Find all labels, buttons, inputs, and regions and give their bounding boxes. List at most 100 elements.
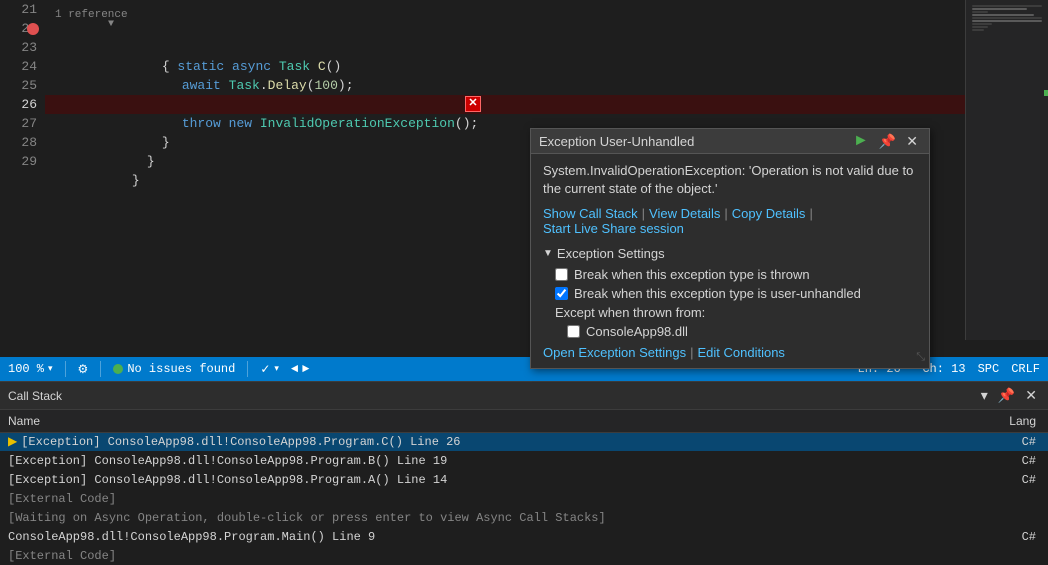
edit-conditions-link[interactable]: Edit Conditions [697,345,784,360]
minimap-content [966,0,1048,340]
open-exception-settings-link[interactable]: Open Exception Settings [543,345,686,360]
call-stack-row-name: [Exception] ConsoleApp98.dll!ConsoleApp9… [21,435,460,449]
call-stack-row-name: [Exception] ConsoleApp98.dll!ConsoleApp9… [8,473,447,487]
check-icon: ✓ [260,362,270,377]
check-dropdown-icon: ▾ [274,364,279,374]
view-details-link[interactable]: View Details [649,206,720,221]
exception-settings: ▼ Exception Settings Break when this exc… [543,246,917,360]
call-stack-header-row: Name Lang [0,410,1048,432]
call-stack-row-lang [1001,489,1048,508]
code-line-23: { [45,38,965,57]
code-line-21 [45,0,965,19]
call-stack-title: Call Stack [8,389,62,403]
current-row-arrow: ▶ [8,434,17,449]
checkbox-row-1: Break when this exception type is thrown [555,267,917,282]
popup-body: System.InvalidOperationException: 'Opera… [531,154,929,368]
status-check-area[interactable]: ✓ ▾ [260,362,279,377]
checkbox-break-thrown-label: Break when this exception type is thrown [574,267,810,282]
checkbox-break-unhandled-label: Break when this exception type is user-u… [574,286,861,301]
nav-left-icon: ◄ [291,362,298,376]
show-call-stack-link[interactable]: Show Call Stack [543,206,638,221]
live-share-link[interactable]: Start Live Share session [543,221,684,236]
popup-controls: ► 📌 ✕ [850,133,921,149]
mini-line [972,23,992,25]
call-stack-row-lang [1001,508,1048,527]
code-line-25 [45,76,965,95]
collapse-arrow-22[interactable]: ▼ [108,19,114,30]
line-numbers: 21 22 23 24 25 26 27 28 29 [0,0,45,340]
col-lang-header: Lang [1001,410,1048,432]
minimap-lines [966,0,1048,36]
status-issues[interactable]: No issues found [113,362,235,376]
panel-controls: ▾ 📌 ✕ [978,387,1040,404]
code-line-22: 1 reference static async Task C() [45,19,965,38]
call-stack-row-name: [Exception] ConsoleApp98.dll!ConsoleApp9… [8,454,447,468]
mini-line [972,26,988,28]
table-row[interactable]: ConsoleApp98.dll!ConsoleApp98.Program.Ma… [0,527,1048,546]
popup-close-button[interactable]: ✕ [903,134,921,148]
panel-header: Call Stack ▾ 📌 ✕ [0,382,1048,410]
table-row[interactable]: [External Code] [0,489,1048,508]
issues-label: No issues found [127,362,235,376]
zoom-level: 100 % [8,362,44,376]
nav-arrows[interactable]: ◄ ► [291,362,309,376]
nav-right-icon: ► [302,362,309,376]
panel-pin-button[interactable]: 📌 [995,387,1018,404]
no-issues-icon [113,364,123,374]
exception-popup: Exception User-Unhandled ► 📌 ✕ System.In… [530,128,930,369]
checkbox-break-unhandled[interactable] [555,287,568,300]
mini-line [972,5,1042,7]
mini-line [972,20,1042,22]
popup-run-button[interactable]: ► [850,133,872,149]
call-stack-row-lang: C# [1001,470,1048,489]
table-row[interactable]: [Exception] ConsoleApp98.dll!ConsoleApp9… [0,470,1048,489]
mini-line [972,29,984,31]
status-separator-2 [100,361,101,377]
breakpoint-indicator [27,23,39,35]
checkbox-dll[interactable] [567,325,580,338]
line-ending-label[interactable]: CRLF [1011,362,1040,376]
mini-line [972,14,1034,16]
settings-header-label: Exception Settings [557,246,665,261]
dll-row: ConsoleApp98.dll [567,324,917,339]
call-stack-row-name: [Waiting on Async Operation, double-clic… [8,511,606,525]
resize-handle[interactable]: ⤡ [916,352,925,364]
code-line-24: await Task.Delay(100); [45,57,965,76]
exception-error-icon[interactable]: ✕ [465,96,481,112]
exception-message: System.InvalidOperationException: 'Opera… [543,162,917,198]
table-row[interactable]: [Exception] ConsoleApp98.dll!ConsoleApp9… [0,451,1048,470]
settings-triangle: ▼ [543,248,553,259]
scroll-track [1044,0,1048,340]
table-row[interactable]: ▶ [Exception] ConsoleApp98.dll!ConsoleApp… [0,432,1048,451]
call-stack-body: ▶ [Exception] ConsoleApp98.dll!ConsoleApp… [0,432,1048,565]
call-stack-row-name: [External Code] [8,492,116,506]
copy-details-link[interactable]: Copy Details [732,206,806,221]
checkbox-row-2: Break when this exception type is user-u… [555,286,917,301]
encoding-label[interactable]: SPC [978,362,1000,376]
mini-line [972,11,988,13]
status-zoom[interactable]: 100 % ▾ [8,362,53,376]
panel-dropdown-button[interactable]: ▾ [978,387,991,404]
table-row[interactable]: [Waiting on Async Operation, double-clic… [0,508,1048,527]
col-name-header: Name [0,410,1001,432]
popup-footer-links: Open Exception Settings | Edit Condition… [543,345,917,360]
popup-header: Exception User-Unhandled ► 📌 ✕ [531,129,929,154]
code-line-26: throw new InvalidOperationException(); ✕ [45,95,965,114]
popup-pin-button[interactable]: 📌 [876,134,899,148]
checkbox-break-thrown[interactable] [555,268,568,281]
call-stack-table: Name Lang ▶ [Exception] ConsoleApp98.dll!… [0,410,1048,565]
status-separator-1 [65,361,66,377]
popup-links: Show Call Stack | View Details | Copy De… [543,206,917,236]
except-when-label: Except when thrown from: [555,305,917,320]
popup-title: Exception User-Unhandled [539,134,694,149]
settings-header: ▼ Exception Settings [543,246,917,261]
mini-line [972,17,1042,19]
call-stack-row-lang: C# [1001,527,1048,546]
call-stack-row-name: ConsoleApp98.dll!ConsoleApp98.Program.Ma… [8,530,375,544]
minimap [965,0,1048,340]
git-icon: ⚙ [78,362,89,377]
panel-close-button[interactable]: ✕ [1022,387,1040,404]
git-icon-area[interactable]: ⚙ [78,362,89,377]
call-stack-row-lang: C# [1001,451,1048,470]
call-stack-row-lang: C# [1001,432,1048,451]
